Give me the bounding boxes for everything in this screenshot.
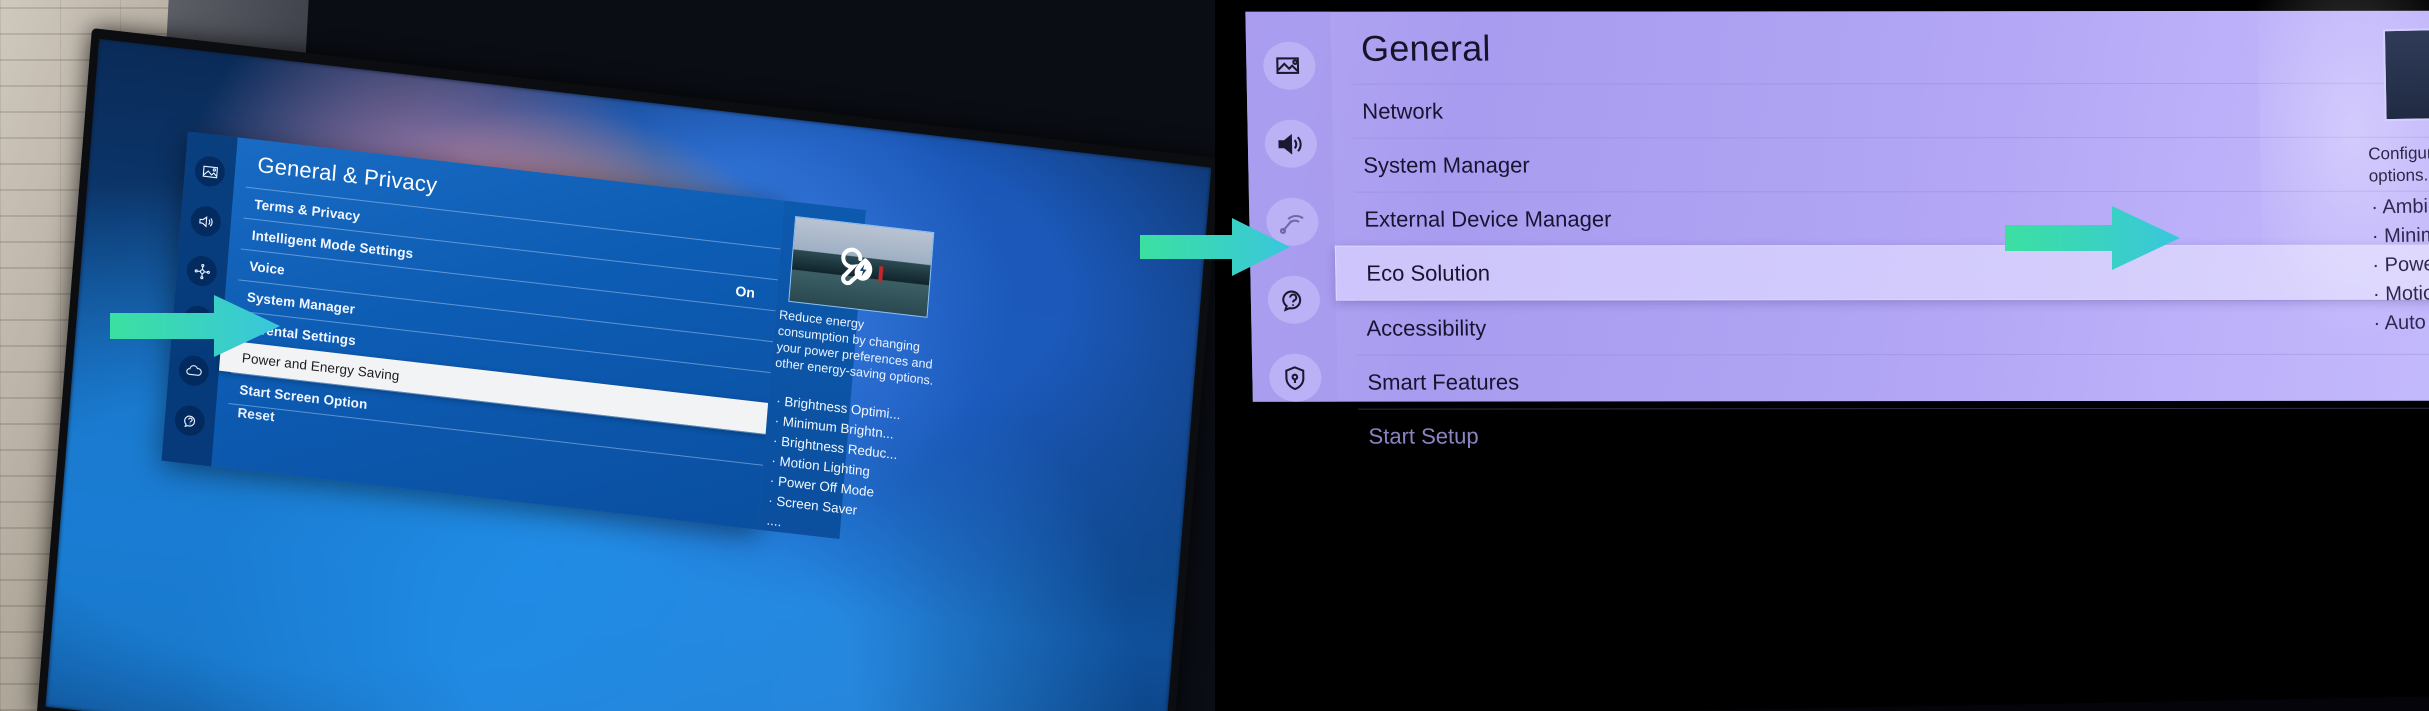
list-item[interactable]: System Manager <box>1352 136 2429 192</box>
step-2-arrow-icon <box>2005 206 2180 270</box>
list-item-label: Accessibility <box>1366 315 1487 341</box>
between-photos-arrow-icon <box>1140 218 1290 276</box>
detail-description: Configure energy saving options. <box>2368 141 2429 186</box>
list-item-label: Voice <box>248 258 286 278</box>
list-item-label: Start Setup <box>1368 423 1479 449</box>
step-1-arrow-icon <box>110 295 280 357</box>
list-item-label: System Manager <box>1363 152 1530 178</box>
support-icon[interactable] <box>173 403 206 438</box>
picture-icon[interactable] <box>193 154 226 189</box>
wrench-energy-icon <box>833 240 889 298</box>
detail-thumbnail <box>788 216 935 318</box>
bullet-item: · Auto Power Off <box>2373 310 2429 335</box>
list-item[interactable]: Smart Features <box>1356 353 2429 409</box>
detail-thumbnail <box>2382 25 2429 122</box>
general-icon[interactable] <box>177 354 210 388</box>
list-item-label: Smart Features <box>1367 369 1520 395</box>
broadcast-icon[interactable] <box>185 254 218 288</box>
list-item-label: Network <box>1362 98 1444 124</box>
settings-menu-panel: General Network System Manager External … <box>1245 10 2429 463</box>
privacy-icon[interactable] <box>1268 353 1322 402</box>
left-tv-photo: General & Privacy Terms & Privacy Intell… <box>0 0 1215 711</box>
bullet-item: · Power Saving Mode <box>2372 251 2429 277</box>
list-item-label: Terms & Privacy <box>253 196 361 224</box>
bullet-item: · Motion Lighting <box>2372 281 2429 306</box>
left-tv-device: General & Privacy Terms & Privacy Intell… <box>36 28 1215 711</box>
detail-bullet-list: · Brightness Optimi... · Minimum Brightn… <box>766 391 936 549</box>
right-tv-photo: General Network System Manager External … <box>1215 0 2429 711</box>
right-tv-device: General Network System Manager External … <box>1215 0 2429 711</box>
tv-screen: General Network System Manager External … <box>1215 0 2429 711</box>
settings-item-list: General Network System Manager External … <box>1330 11 2429 463</box>
list-item-start-setup: Start Setup <box>1357 407 2429 463</box>
bullet-item: · Ambient Light Det... <box>2371 193 2429 219</box>
support-icon[interactable] <box>1266 275 1320 324</box>
list-item[interactable]: Network <box>1351 82 2429 138</box>
settings-sidebar-rail <box>1245 11 1338 402</box>
sound-icon[interactable] <box>1263 119 1317 168</box>
list-item-label: Eco Solution <box>1366 260 1491 286</box>
list-item-value: On <box>734 282 756 301</box>
list-item[interactable]: External Device Manager <box>1353 190 2429 246</box>
list-item[interactable]: Accessibility <box>1355 299 2429 355</box>
list-item-eco-solution[interactable]: Eco Solution <box>1334 244 2429 301</box>
page-title: General <box>1360 27 1491 69</box>
detail-bullet-list: · Ambient Light Det... · Minimum Backlig… <box>2371 189 2429 338</box>
picture-icon[interactable] <box>1262 41 1316 90</box>
list-item-label: Reset <box>237 404 276 424</box>
list-item-label: External Device Manager <box>1364 205 1612 232</box>
settings-item-list: General & Privacy Terms & Privacy Intell… <box>211 137 812 529</box>
sound-icon[interactable] <box>189 204 222 238</box>
bullet-item: · Minimum Backlight <box>2371 222 2429 248</box>
screenshot-stage: General & Privacy Terms & Privacy Intell… <box>0 0 2429 711</box>
